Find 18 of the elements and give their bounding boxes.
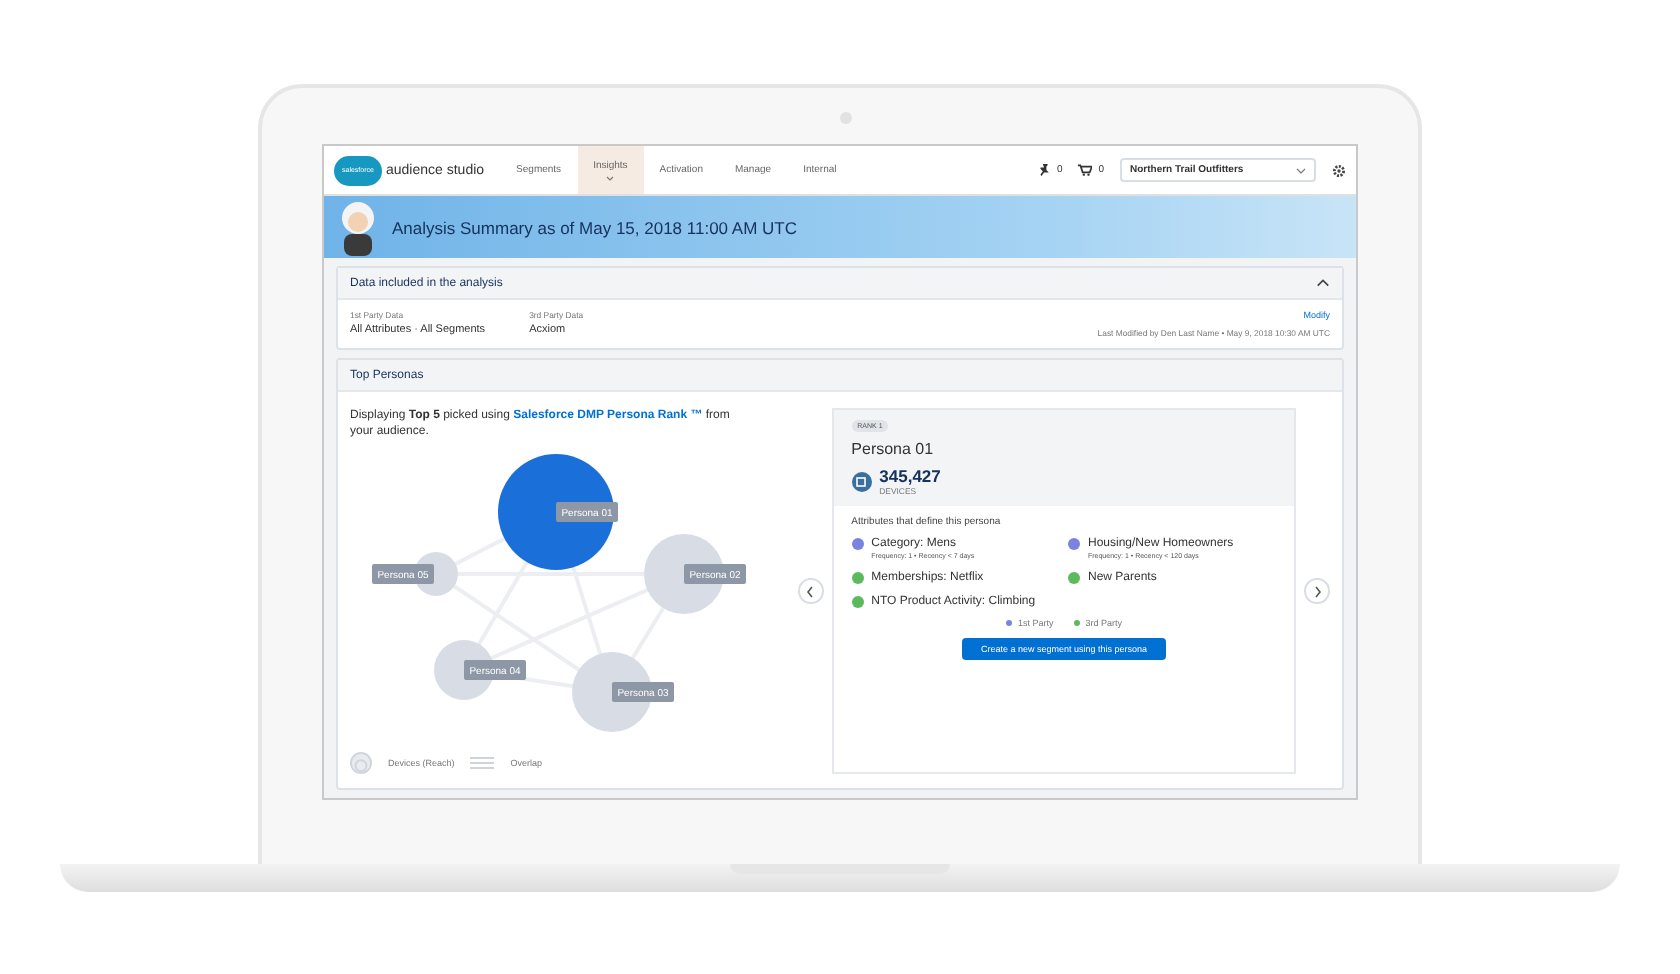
settings-icon[interactable] [1332,163,1346,177]
analysis-title: Analysis Summary as of May 15, 2018 11:00 AM UTC [392,217,798,237]
previous-button[interactable] [798,578,824,605]
chevron-right-icon [1313,585,1322,598]
caret-icon [606,175,615,181]
persona-bubble[interactable] [498,454,614,571]
cart-icon[interactable] [1078,164,1093,176]
reach-circles-icon [350,752,372,775]
dropdown-caret-icon [1296,167,1306,173]
persona-name: Persona 01 [851,440,936,458]
pin-icon[interactable] [1038,164,1051,176]
next-button[interactable] [1304,578,1330,605]
devices-icon [851,471,872,491]
mascot-drawing [336,199,380,255]
chevron-icon[interactable] [1316,278,1330,288]
chevron-left-icon [806,585,815,598]
overlap-lines-icon [470,756,495,771]
device-count: 345,427 [879,466,941,486]
